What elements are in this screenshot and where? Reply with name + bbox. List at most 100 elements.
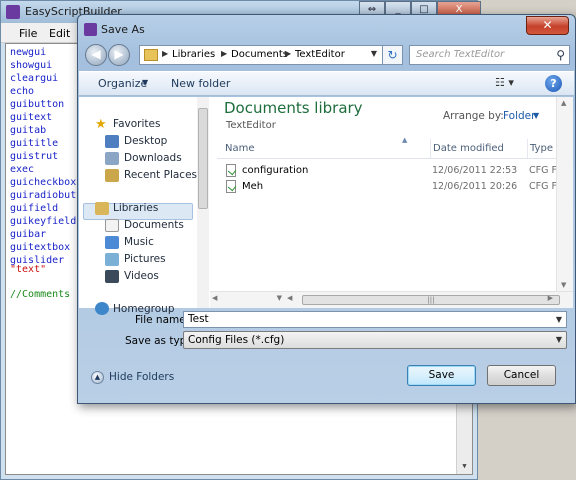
comment-sample: //Comments (10, 289, 71, 300)
nav-libraries[interactable]: Libraries (113, 202, 158, 214)
breadcrumb-separator-icon[interactable]: ▶ (221, 49, 227, 58)
keyword-line: guiradiobutt (10, 190, 83, 201)
file-name: Meh (242, 181, 264, 192)
search-box[interactable]: Search TextEditor ⚲ (409, 45, 570, 65)
file-name-field[interactable]: Test ▼ (183, 311, 567, 328)
nav-favorites[interactable]: Favorites (113, 118, 160, 130)
nav-pictures[interactable]: Pictures (124, 253, 166, 265)
nav-desktop[interactable]: Desktop (124, 135, 167, 147)
new-folder-button[interactable]: New folder (171, 77, 230, 90)
nav-recent-places[interactable]: Recent Places (124, 169, 197, 181)
cfg-file-icon (226, 180, 236, 193)
file-name-value[interactable]: Test (188, 313, 209, 325)
keyword-line: guititle (10, 138, 59, 149)
scroll-up-arrow-icon[interactable]: ▲ (561, 99, 566, 107)
breadcrumb-separator-icon[interactable]: ▶ (162, 49, 168, 58)
breadcrumb-libraries[interactable]: Libraries (172, 49, 215, 60)
save-as-type-dropdown-icon[interactable]: ▼ (556, 332, 562, 348)
search-placeholder: Search TextEditor (416, 49, 505, 60)
hide-folders-label[interactable]: Hide Folders (109, 371, 174, 383)
nav-scrollbar[interactable] (197, 97, 209, 308)
file-list-pane: Documents library TextEditor Arrange by:… (209, 97, 573, 308)
nav-scroll-thumb[interactable] (198, 108, 208, 209)
keyword-line: guibutton (10, 99, 65, 110)
nav-horizontal-scrollbar[interactable]: ◀ ▼ (210, 291, 286, 308)
scroll-right-arrow-icon[interactable]: ▼ (277, 294, 282, 302)
favorites-star-icon: ★ (95, 117, 107, 132)
file-list-vertical-scrollbar[interactable]: ▲ ▼ (556, 97, 573, 291)
scroll-right-arrow-icon[interactable]: ▶ (548, 294, 553, 302)
column-divider[interactable] (527, 139, 528, 158)
arrange-by-dropdown[interactable]: Folder (503, 110, 535, 122)
refresh-icon[interactable]: ↻ (383, 45, 403, 65)
dialog-close-button[interactable]: ✕ (526, 16, 569, 35)
file-list-horizontal-scrollbar[interactable]: ◀ ||| ▶ (285, 291, 573, 308)
help-icon[interactable]: ? (545, 75, 562, 92)
breadcrumb-texteditor[interactable]: TextEditor (295, 49, 345, 60)
keyword-line: cleargui (10, 73, 59, 84)
column-header: ▲ Name Date modified Type (217, 136, 567, 159)
nav-downloads[interactable]: Downloads (124, 152, 182, 164)
file-row[interactable]: configuration 12/06/2011 22:53 CFG File (217, 163, 567, 179)
organize-button[interactable]: Organize (98, 77, 147, 90)
nav-videos[interactable]: Videos (124, 270, 159, 282)
file-date: 12/06/2011 22:53 (432, 165, 518, 176)
app-icon (6, 5, 20, 19)
arrange-by-label: Arrange by: (443, 110, 504, 122)
organize-dropdown-icon[interactable]: ▼ (142, 78, 148, 87)
file-name-dropdown-icon[interactable]: ▼ (556, 312, 562, 327)
keyword-line: echo (10, 86, 35, 97)
keyword-list: newgui showgui cleargui echo guibutton g… (10, 46, 82, 267)
address-dropdown-icon[interactable]: ▼ (371, 49, 377, 58)
keyword-line: showgui (10, 60, 53, 71)
file-name-label: File name: (135, 314, 190, 326)
search-icon[interactable]: ⚲ (556, 48, 565, 62)
keyword-line: guitextbox (10, 242, 71, 253)
keyword-line: guibar (10, 229, 47, 240)
recent-places-icon (105, 169, 119, 182)
breadcrumb-separator-icon[interactable]: ▶ (285, 49, 291, 58)
nav-music[interactable]: Music (124, 236, 154, 248)
file-date: 12/06/2011 20:26 (432, 181, 518, 192)
chevron-up-icon[interactable]: ▲ (91, 371, 104, 384)
scroll-down-arrow-icon[interactable]: ▼ (457, 458, 472, 474)
menu-file[interactable]: File (19, 27, 37, 40)
breadcrumb-documents[interactable]: Documents (231, 49, 288, 60)
save-button[interactable]: Save (407, 365, 476, 386)
keyword-line: guitab (10, 125, 47, 136)
save-as-type-value: Config Files (*.cfg) (188, 334, 285, 346)
scroll-left-arrow-icon[interactable]: ◀ (212, 294, 217, 302)
folder-icon (144, 49, 158, 61)
cancel-button[interactable]: Cancel (487, 365, 556, 386)
library-title: Documents library (224, 99, 363, 117)
scroll-down-arrow-icon[interactable]: ▼ (561, 281, 566, 289)
string-sample: "text" (10, 264, 47, 275)
music-icon (105, 236, 119, 249)
forward-arrow-icon[interactable]: ▶ (108, 44, 130, 66)
keyword-line: newgui (10, 47, 47, 58)
file-row[interactable]: Meh 12/06/2011 20:26 CFG File (217, 179, 567, 195)
pictures-icon (105, 253, 119, 266)
view-options-icon[interactable]: ☷ ▾ (495, 76, 514, 89)
horizontal-scroll-thumb[interactable]: ||| (302, 295, 560, 305)
file-name: configuration (242, 165, 309, 176)
videos-icon (105, 270, 119, 283)
column-name[interactable]: Name (225, 143, 255, 154)
dialog-app-icon (84, 23, 97, 36)
desktop-icon (105, 135, 119, 148)
dialog-toolbar: Organize ▼ New folder ☷ ▾ ? (79, 71, 574, 96)
arrange-dropdown-icon[interactable]: ▼ (533, 111, 539, 120)
column-date-modified[interactable]: Date modified (433, 143, 504, 154)
back-arrow-icon[interactable]: ◀ (85, 44, 107, 66)
downloads-icon (105, 152, 119, 165)
save-as-type-select[interactable]: Config Files (*.cfg) ▼ (183, 331, 567, 349)
scroll-left-arrow-icon[interactable]: ◀ (287, 294, 292, 302)
column-type[interactable]: Type (530, 143, 553, 154)
menu-edit[interactable]: Edit (49, 27, 70, 40)
sort-ascending-icon: ▲ (402, 136, 408, 144)
keyword-line: guitext (10, 112, 53, 123)
column-divider[interactable] (430, 139, 431, 158)
keyword-line: guistrut (10, 151, 59, 162)
address-bar[interactable]: ▶ Libraries ▶ Documents ▶ TextEditor ▼ (139, 45, 383, 65)
nav-documents[interactable]: Documents (124, 219, 184, 231)
